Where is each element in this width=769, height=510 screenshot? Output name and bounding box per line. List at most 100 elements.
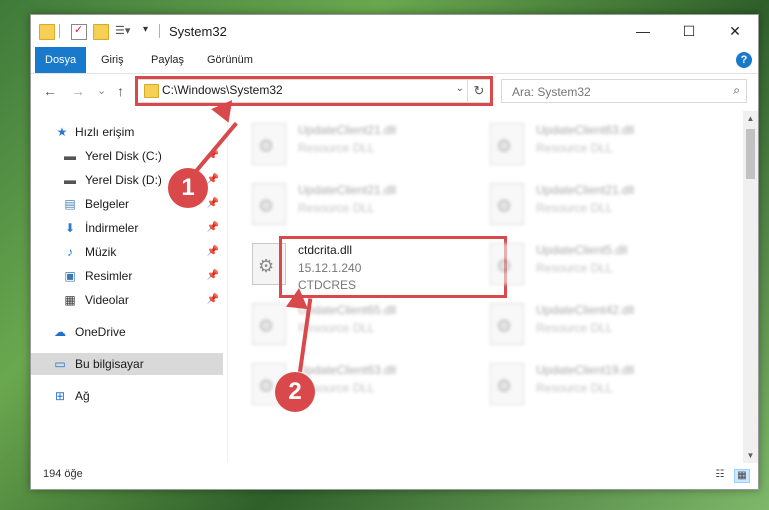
sidebar-item-label: Bu bilgisayar	[75, 357, 144, 371]
sidebar-item-label: Hızlı erişim	[75, 125, 135, 139]
properties-icon[interactable]: ✓	[71, 24, 87, 40]
item-count: 194 öğe	[43, 468, 83, 480]
scroll-down-icon[interactable]: ▼	[743, 448, 758, 463]
scroll-up-icon[interactable]: ▲	[743, 111, 758, 126]
sidebar-item-label: Yerel Disk (C:)	[85, 149, 162, 163]
gear-icon: ⚙	[258, 376, 275, 396]
file-item[interactable]: ⚙ UpdateClient65.dll Resource DLL	[252, 299, 482, 355]
file-name: UpdateClient21.dll	[298, 123, 397, 137]
downloads-icon: ⬇	[64, 221, 76, 235]
maximize-button[interactable]: ☐	[666, 15, 712, 47]
forward-button[interactable]: →	[71, 83, 85, 99]
star-icon: ★	[56, 125, 68, 139]
sidebar-item-local-disk-c[interactable]: ▬ Yerel Disk (C:) 📌	[31, 145, 223, 167]
pin-icon[interactable]: 📌	[207, 169, 219, 191]
new-folder-icon[interactable]	[93, 24, 109, 40]
file-name: UpdateClient19.dll	[536, 363, 635, 377]
sidebar-item-label: OneDrive	[75, 325, 126, 339]
callout-badge-2: 2	[275, 372, 315, 412]
folder-icon	[39, 24, 55, 40]
gear-icon: ⚙	[258, 136, 275, 156]
sidebar-item-onedrive[interactable]: ☁ OneDrive	[31, 321, 223, 343]
file-item[interactable]: ⚙ UpdateClient19.dll Resource DLL	[490, 359, 720, 415]
videos-icon: ▦	[64, 293, 76, 307]
recent-locations-button[interactable]: ⌄	[97, 84, 106, 97]
file-name: UpdateClient21.dll	[536, 183, 635, 197]
sidebar-item-pictures[interactable]: ▣ Resimler 📌	[31, 265, 223, 287]
gear-icon: ⚙	[496, 196, 513, 216]
file-item[interactable]: ⚙ UpdateClient63.dll Resource DLL	[490, 119, 720, 175]
scrollbar-thumb[interactable]	[746, 129, 755, 179]
file-description: Resource DLL	[536, 321, 613, 335]
help-button[interactable]: ?	[736, 52, 752, 68]
navigation-pane: ★ Hızlı erişim ▬ Yerel Disk (C:) 📌 ▬ Yer…	[31, 111, 227, 463]
close-button[interactable]: ✕	[712, 15, 758, 47]
file-list: ⚙ UpdateClient21.dll Resource DLL ⚙ Upda…	[228, 111, 743, 463]
dll-file-icon: ⚙	[252, 183, 286, 225]
navigation-bar: ← → ⌄ ↑ C:\Windows\System32 ⌄ ↻ ⌕	[31, 74, 758, 110]
back-button[interactable]: ←	[43, 83, 57, 99]
gear-icon: ⚙	[258, 316, 275, 336]
sidebar-item-label: Müzik	[85, 245, 117, 259]
vertical-scrollbar[interactable]: ▲ ▼	[743, 111, 758, 463]
dll-file-icon: ⚙	[490, 183, 524, 225]
sidebar-item-network[interactable]: ⊞ Ağ	[31, 385, 223, 407]
pin-icon[interactable]: 📌	[207, 193, 219, 215]
file-description: Resource DLL	[536, 381, 613, 395]
chevron-down-icon[interactable]: ▾	[143, 24, 157, 38]
dll-file-icon: ⚙	[490, 303, 524, 345]
pin-icon[interactable]: 📌	[207, 217, 219, 239]
callout-badge-1: 1	[168, 168, 208, 208]
sidebar-item-music[interactable]: ♪ Müzik 📌	[31, 241, 223, 263]
ribbon: Dosya Giriş Paylaş Görünüm ?	[31, 47, 758, 74]
file-name: UpdateClient63.dll	[536, 123, 635, 137]
divider	[59, 24, 60, 38]
sidebar-item-label: Resimler	[85, 269, 133, 283]
sidebar-item-videos[interactable]: ▦ Videolar 📌	[31, 289, 223, 311]
search-box[interactable]: ⌕	[501, 79, 747, 103]
large-icons-view-icon[interactable]: ▦	[734, 469, 750, 483]
sidebar-item-quick-access[interactable]: ★ Hızlı erişim	[31, 121, 223, 143]
tab-gorunum[interactable]: Görünüm	[197, 47, 263, 73]
pin-icon[interactable]: 📌	[207, 289, 219, 311]
file-description: Resource DLL	[298, 201, 375, 215]
documents-icon: ▤	[64, 197, 76, 211]
file-name: UpdateClient42.dll	[536, 303, 635, 317]
tab-dosya[interactable]: Dosya	[35, 47, 87, 73]
callout-arrowhead	[286, 286, 310, 310]
sidebar-item-downloads[interactable]: ⬇ İndirmeler 📌	[31, 217, 223, 239]
address-highlight	[135, 76, 493, 106]
file-name: UpdateClient5.dll	[536, 243, 628, 257]
file-item[interactable]: ⚙ UpdateClient21.dll Resource DLL	[490, 179, 720, 235]
sidebar-item-this-pc[interactable]: ▭ Bu bilgisayar	[31, 353, 223, 375]
network-icon: ⊞	[54, 389, 66, 403]
up-button[interactable]: ↑	[117, 83, 124, 99]
tab-giris[interactable]: Giriş	[91, 47, 134, 73]
file-name: UpdateClient65.dll	[298, 303, 397, 317]
tab-paylas[interactable]: Paylaş	[141, 47, 194, 73]
file-item[interactable]: ⚙ UpdateClient42.dll Resource DLL	[490, 299, 720, 355]
file-item[interactable]: ⚙ UpdateClient21.dll Resource DLL	[252, 119, 482, 175]
dll-file-icon: ⚙	[490, 123, 524, 165]
gear-icon: ⚙	[258, 196, 275, 216]
customize-toolbar-icon[interactable]: ☰▾	[115, 24, 135, 38]
file-highlight	[279, 236, 507, 298]
status-bar: 194 öğe ☷ ▦	[31, 463, 758, 489]
pin-icon[interactable]: 📌	[207, 265, 219, 287]
file-description: Resource DLL	[536, 141, 613, 155]
pin-icon[interactable]: 📌	[207, 241, 219, 263]
title-bar: ✓ ☰▾ ▾ System32 — ☐ ✕	[31, 15, 758, 47]
gear-icon: ⚙	[258, 256, 275, 276]
file-item[interactable]: ⚙ UpdateClient5.dll Resource DLL	[490, 239, 720, 295]
file-description: Resource DLL	[536, 261, 613, 275]
gear-icon: ⚙	[496, 376, 513, 396]
details-view-icon[interactable]: ☷	[713, 469, 727, 481]
search-icon[interactable]: ⌕	[733, 83, 740, 98]
file-item[interactable]: ⚙ UpdateClient21.dll Resource DLL	[252, 179, 482, 235]
file-description: Resource DLL	[536, 201, 613, 215]
sidebar-item-label: Belgeler	[85, 197, 130, 211]
search-input[interactable]	[510, 82, 714, 101]
drive-icon: ▬	[64, 173, 76, 187]
minimize-button[interactable]: —	[620, 15, 666, 47]
gear-icon: ⚙	[496, 316, 513, 336]
